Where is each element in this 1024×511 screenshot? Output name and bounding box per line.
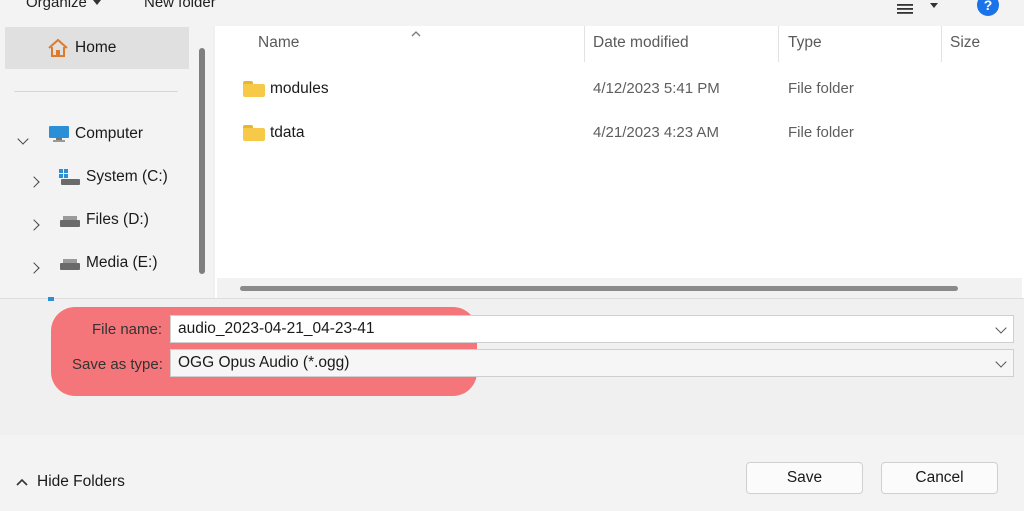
nav-item-files-d[interactable]: Files (D:) [58, 211, 149, 229]
nav-item-label: Computer [75, 125, 144, 142]
expand-computer-button[interactable] [17, 130, 29, 148]
view-list-icon [897, 4, 913, 14]
column-separator[interactable] [584, 26, 585, 62]
dialog-footer [0, 435, 1024, 511]
column-header-size[interactable]: Size [950, 34, 980, 52]
cancel-button[interactable]: Cancel [881, 462, 998, 494]
navigation-pane: Home Computer System (C:) Files (D:) Med… [0, 26, 213, 298]
file-date: 4/12/2023 5:41 PM [593, 80, 720, 97]
save-button-label: Save [786, 469, 823, 486]
expand-media-e-button[interactable] [28, 259, 40, 277]
chevron-right-icon [28, 219, 40, 231]
column-header-type[interactable]: Type [788, 34, 822, 52]
save-as-type-label: Save as type: [72, 356, 163, 373]
folder-icon [243, 125, 265, 141]
file-name-value: audio_2023-04-21_04-23-41 [178, 320, 375, 337]
toolbar: Organize New folder ? [0, 0, 1024, 26]
file-list: Name Date modified Type Size modules 4/1… [215, 26, 1024, 298]
help-button[interactable]: ? [977, 0, 999, 16]
column-separator[interactable] [941, 26, 942, 62]
file-name-label: File name: [92, 321, 163, 338]
column-header-name[interactable]: Name [258, 34, 299, 52]
drive-icon [60, 259, 80, 270]
nav-item-media-e[interactable]: Media (E:) [58, 254, 158, 272]
caret-down-icon [92, 0, 101, 5]
partial-nav-icon [48, 297, 54, 301]
save-button[interactable]: Save [746, 462, 863, 494]
file-type: File folder [788, 124, 854, 141]
chevron-right-icon [28, 176, 40, 188]
folder-icon [243, 81, 265, 97]
column-header-date-modified[interactable]: Date modified [593, 34, 689, 52]
view-dropdown-icon[interactable] [930, 3, 938, 8]
horizontal-scrollbar[interactable] [240, 286, 958, 291]
nav-item-computer[interactable]: Computer [48, 125, 143, 143]
chevron-down-icon [17, 133, 29, 145]
organize-button[interactable]: Organize [26, 0, 101, 11]
system-drive-icon [59, 169, 80, 185]
expand-system-c-button[interactable] [28, 173, 40, 191]
chevron-up-icon [16, 478, 28, 486]
computer-icon [49, 126, 69, 142]
new-folder-button[interactable]: New folder [144, 0, 216, 11]
home-icon [48, 38, 68, 57]
new-folder-label: New folder [144, 0, 216, 11]
table-row[interactable]: tdata 4/21/2023 4:23 AM File folder [225, 116, 1015, 150]
nav-item-label: Media (E:) [86, 254, 158, 271]
table-row[interactable]: modules 4/12/2023 5:41 PM File folder [225, 72, 1015, 106]
nav-divider [14, 91, 178, 92]
nav-item-system-c[interactable]: System (C:) [58, 168, 168, 186]
file-type: File folder [788, 80, 854, 97]
save-as-type-value: OGG Opus Audio (*.ogg) [178, 354, 350, 371]
view-options-button[interactable] [897, 2, 915, 20]
file-name-input[interactable]: audio_2023-04-21_04-23-41 [170, 315, 1014, 343]
hide-folders-label: Hide Folders [37, 473, 125, 490]
sort-ascending-icon[interactable] [411, 24, 421, 37]
pane-divider [0, 298, 1024, 299]
nav-item-home[interactable]: Home [47, 38, 116, 58]
organize-label: Organize [26, 0, 87, 11]
chevron-right-icon [28, 262, 40, 274]
hide-folders-button[interactable]: Hide Folders [16, 473, 125, 491]
drive-icon [60, 216, 80, 227]
nav-item-label: Home [75, 39, 117, 56]
cancel-button-label: Cancel [915, 469, 964, 486]
file-date: 4/21/2023 4:23 AM [593, 124, 719, 141]
save-as-type-select[interactable]: OGG Opus Audio (*.ogg) [170, 349, 1014, 377]
nav-item-label: System (C:) [86, 168, 168, 185]
chevron-down-icon[interactable] [995, 356, 1007, 368]
column-separator[interactable] [778, 26, 779, 62]
chevron-down-icon[interactable] [995, 322, 1007, 334]
file-name: tdata [270, 124, 305, 141]
expand-files-d-button[interactable] [28, 216, 40, 234]
nav-item-label: Files (D:) [86, 211, 149, 228]
file-name: modules [270, 80, 329, 97]
help-icon: ? [983, 0, 993, 13]
nav-scrollbar[interactable] [199, 48, 205, 274]
